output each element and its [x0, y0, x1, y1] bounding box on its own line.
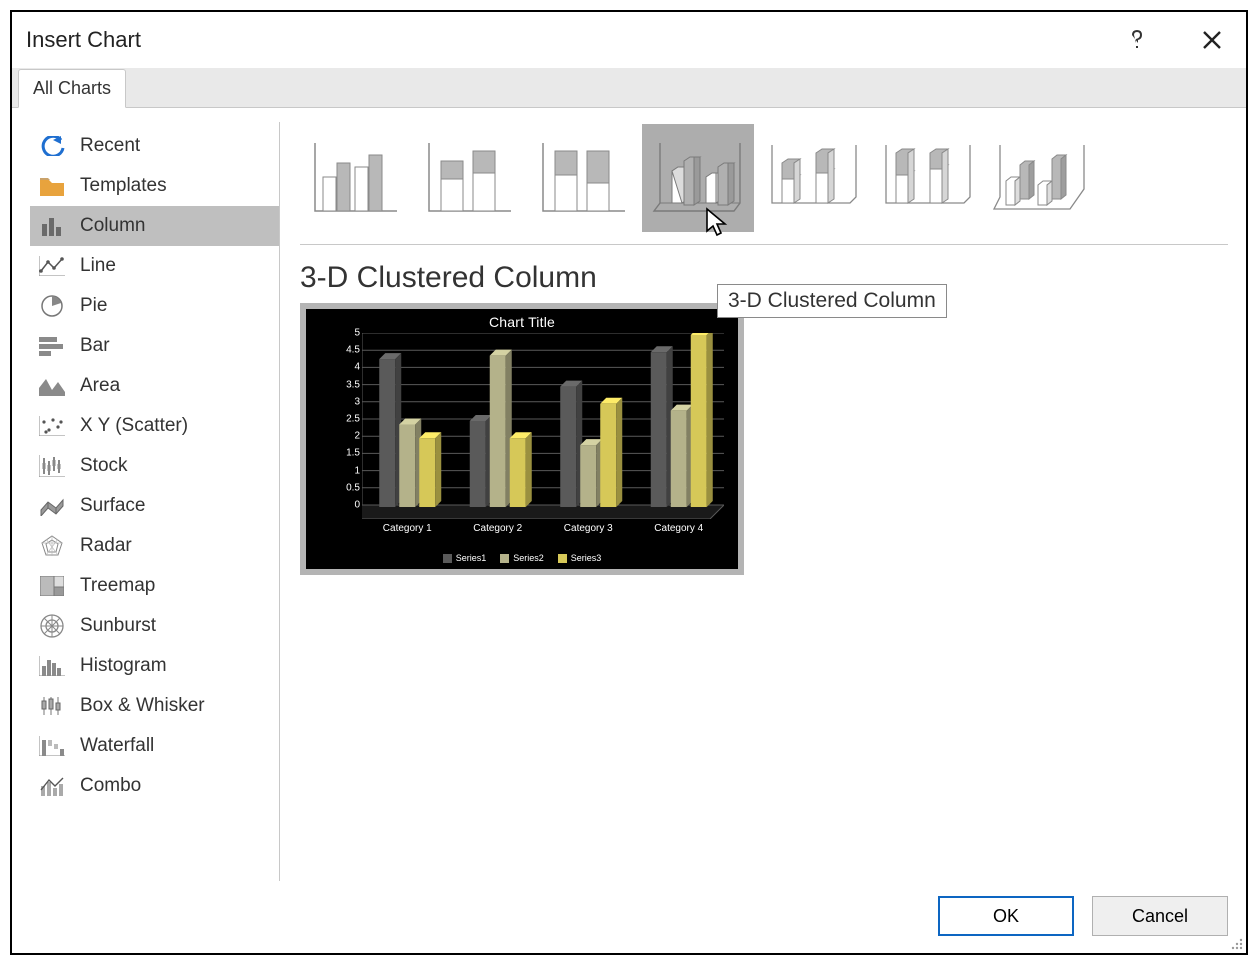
sidebar-item-label: Area: [80, 375, 120, 397]
sidebar-item-label: Templates: [80, 175, 167, 197]
preview-chart-title: Chart Title: [306, 309, 738, 330]
insert-chart-dialog: Insert Chart All Charts Recent Templates: [10, 10, 1248, 955]
area-icon: [38, 373, 66, 399]
sidebar-item-radar[interactable]: Radar: [30, 526, 279, 566]
subtype-3d-stacked-column[interactable]: [756, 124, 868, 232]
sidebar-item-area[interactable]: Area: [30, 366, 279, 406]
titlebar: Insert Chart: [12, 12, 1246, 68]
combo-icon: [38, 773, 66, 799]
preview-legend: Series1Series2Series3: [306, 553, 738, 563]
sidebar-item-label: Box & Whisker: [80, 695, 205, 717]
sidebar-item-bar[interactable]: Bar: [30, 326, 279, 366]
sidebar-item-label: Surface: [80, 495, 145, 517]
close-button[interactable]: [1192, 20, 1232, 60]
sidebar-item-column[interactable]: Column: [30, 206, 279, 246]
chart-preview[interactable]: Chart Title 00.511.522.533.544.55 Catego…: [300, 303, 744, 575]
subtype-stacked-column[interactable]: [414, 124, 526, 232]
help-button[interactable]: [1117, 20, 1157, 60]
sidebar-item-label: Treemap: [80, 575, 155, 597]
sidebar-item-label: Waterfall: [80, 735, 154, 757]
sidebar-item-combo[interactable]: Combo: [30, 766, 279, 806]
subtype-3d-clustered-column[interactable]: [642, 124, 754, 232]
dialog-body: Recent Templates Column Line: [12, 108, 1246, 889]
sidebar-item-recent[interactable]: Recent: [30, 126, 279, 166]
sidebar-item-treemap[interactable]: Treemap: [30, 566, 279, 606]
scatter-icon: [38, 413, 66, 439]
box-whisker-icon: [38, 693, 66, 719]
subtype-3d-column[interactable]: [984, 124, 1096, 232]
subtype-row: [300, 122, 1228, 245]
sidebar-item-waterfall[interactable]: Waterfall: [30, 726, 279, 766]
sidebar-item-label: Stock: [80, 455, 128, 477]
sidebar-item-label: X Y (Scatter): [80, 415, 188, 437]
sidebar-item-templates[interactable]: Templates: [30, 166, 279, 206]
main-panel: 3-D Clustered Column Chart Title 00.511.…: [280, 122, 1228, 881]
subtype-3side -100-stacked-column[interactable]: [870, 124, 982, 232]
sidebar-item-sunburst[interactable]: Sunburst: [30, 606, 279, 646]
recent-icon: [38, 133, 66, 159]
histogram-icon: [38, 653, 66, 679]
sidebar-item-box-whisker[interactable]: Box & Whisker: [30, 686, 279, 726]
chart-category-sidebar: Recent Templates Column Line: [30, 122, 280, 881]
subtype-tooltip: 3-D Clustered Column: [717, 284, 947, 318]
resize-grip-icon[interactable]: [1229, 936, 1243, 950]
sidebar-item-label: Recent: [80, 135, 140, 157]
sidebar-item-histogram[interactable]: Histogram: [30, 646, 279, 686]
sidebar-item-line[interactable]: Line: [30, 246, 279, 286]
surface-icon: [38, 493, 66, 519]
sidebar-item-label: Histogram: [80, 655, 167, 677]
sidebar-item-scatter[interactable]: X Y (Scatter): [30, 406, 279, 446]
radar-icon: [38, 533, 66, 559]
waterfall-icon: [38, 733, 66, 759]
sidebar-item-label: Radar: [80, 535, 132, 557]
tab-all-charts[interactable]: All Charts: [18, 69, 126, 108]
tab-row: All Charts: [12, 68, 1246, 108]
treemap-icon: [38, 573, 66, 599]
dialog-footer: OK Cancel: [12, 889, 1246, 953]
sidebar-item-label: Column: [80, 215, 145, 237]
preview-plot: [362, 333, 724, 519]
cancel-button[interactable]: Cancel: [1092, 896, 1228, 936]
sidebar-item-surface[interactable]: Surface: [30, 486, 279, 526]
sidebar-item-label: Combo: [80, 775, 141, 797]
pie-icon: [38, 293, 66, 319]
ok-button[interactable]: OK: [938, 896, 1074, 936]
sidebar-item-label: Pie: [80, 295, 107, 317]
bar-icon: [38, 333, 66, 359]
preview-y-axis: 00.511.522.533.544.55: [330, 333, 360, 519]
sidebar-item-label: Bar: [80, 335, 110, 357]
stock-icon: [38, 453, 66, 479]
templates-icon: [38, 173, 66, 199]
line-icon: [38, 253, 66, 279]
column-icon: [38, 213, 66, 239]
subtype-clustered-column[interactable]: [300, 124, 412, 232]
preview-x-axis: Category 1Category 2Category 3Category 4: [362, 523, 724, 534]
sidebar-item-pie[interactable]: Pie: [30, 286, 279, 326]
dialog-title: Insert Chart: [26, 27, 1082, 53]
sunburst-icon: [38, 613, 66, 639]
sidebar-item-stock[interactable]: Stock: [30, 446, 279, 486]
sidebar-item-label: Sunburst: [80, 615, 156, 637]
subtype-100-stacked-column[interactable]: [528, 124, 640, 232]
sidebar-item-label: Line: [80, 255, 116, 277]
